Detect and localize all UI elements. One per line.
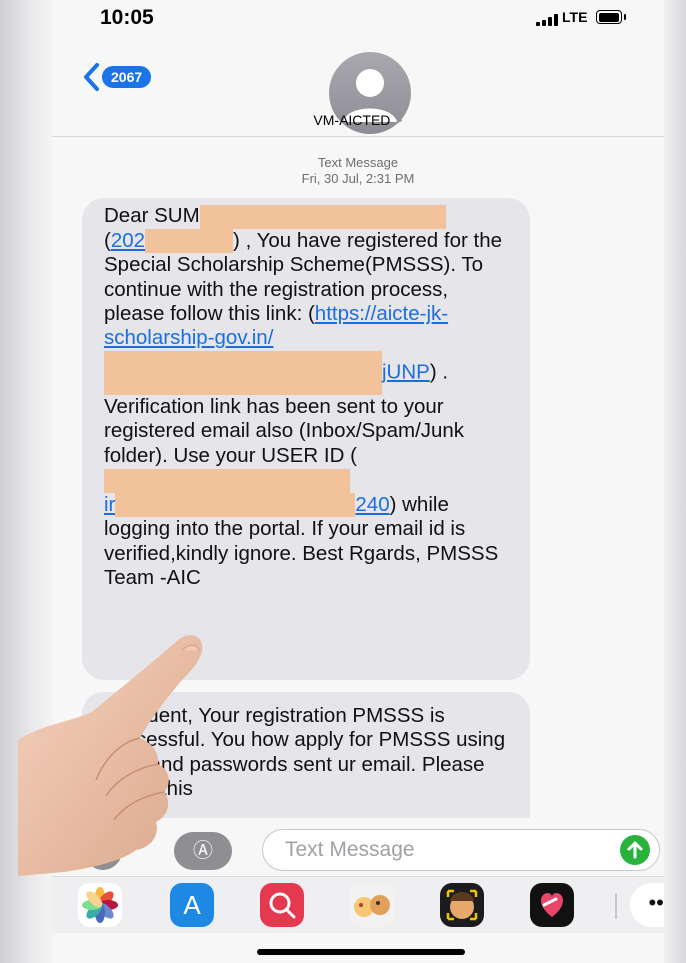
thread-meta: Text Message Fri, 30 Jul, 2:31 PM [52, 155, 664, 187]
arrow-up-icon [627, 841, 643, 859]
memoji-icon[interactable] [440, 883, 484, 927]
message-link[interactable]: 202 [111, 229, 145, 252]
message-text: ( [104, 228, 111, 252]
redaction-box [104, 350, 382, 395]
message-text: Dear SUM [104, 204, 200, 227]
signal-icon [536, 14, 558, 26]
message-link[interactable]: 240 [355, 493, 389, 516]
images-search-app-icon[interactable] [260, 883, 304, 927]
photos-app-icon[interactable] [78, 883, 122, 927]
chevron-left-icon [84, 63, 99, 91]
app-store-button[interactable]: Ⓐ [174, 832, 232, 870]
send-button[interactable] [620, 835, 650, 865]
message-input[interactable]: Text Message [262, 829, 660, 871]
imessage-app-strip: A ••• [52, 876, 664, 933]
message-placeholder: Text Message [285, 838, 415, 861]
back-button[interactable]: 2067 [82, 62, 152, 92]
status-bar: 10:05 LTE [52, 0, 664, 40]
app-store-icon: Ⓐ [193, 840, 213, 862]
app-store-app-icon[interactable]: A [170, 883, 214, 927]
background-edge-left [0, 0, 60, 963]
digital-touch-icon[interactable] [530, 883, 574, 927]
more-apps-button[interactable]: ••• [630, 883, 664, 927]
home-indicator [257, 949, 465, 955]
redaction-box [104, 468, 350, 493]
chevron-right-icon: > [394, 112, 403, 128]
thread-label: Text Message [317, 155, 399, 170]
camera-button[interactable] [84, 832, 122, 870]
camera-icon [95, 843, 113, 859]
redaction-box [145, 229, 234, 254]
contact-name-label: VM-AICTED [313, 112, 391, 128]
message-text: r Student, Your registration PMSSS is su… [104, 704, 506, 801]
status-time: 10:05 [100, 6, 154, 29]
thread-timestamp: Fri, 30 Jul, 2:31 PM [301, 171, 415, 186]
contact-name[interactable]: VM-AICTED > [52, 112, 664, 128]
conversation-header: 2067 VM-AICTED > [52, 40, 664, 137]
app-strip-divider [615, 893, 617, 919]
compose-bar: Ⓐ Text Message [52, 818, 664, 878]
unread-count-badge: 2067 [102, 66, 152, 88]
redaction-box [199, 204, 446, 229]
message-link[interactable]: jUNP [382, 360, 430, 383]
message-bubble-1[interactable]: Dear SUM (202) , You have registered for… [82, 198, 530, 680]
redaction-box [115, 493, 356, 518]
memoji-stickers-icon[interactable] [350, 883, 394, 927]
network-label: LTE [562, 9, 588, 25]
battery-icon [596, 10, 626, 24]
phone-screen: 10:05 LTE 2067 VM-AICTED > Text Message F… [52, 0, 664, 963]
message-link[interactable]: ir [104, 493, 115, 516]
